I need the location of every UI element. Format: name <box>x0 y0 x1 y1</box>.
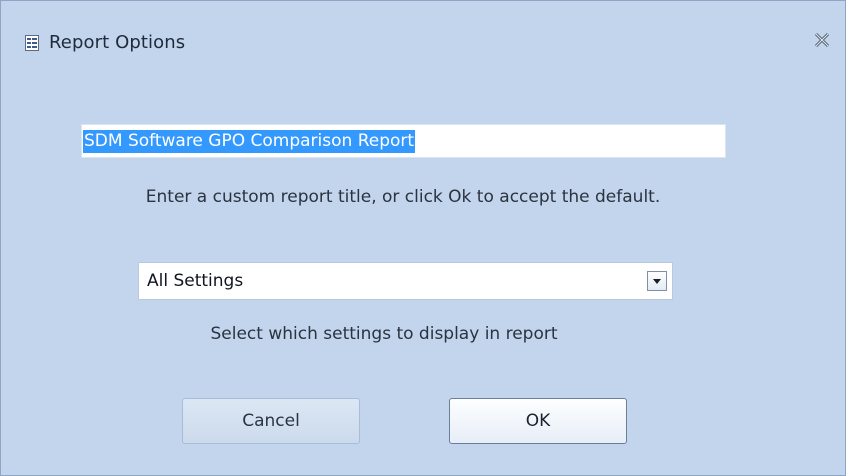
report-icon <box>25 35 39 51</box>
dropdown-arrow-button[interactable] <box>647 271 667 291</box>
cancel-button[interactable]: Cancel <box>182 398 360 444</box>
title-bar: Report Options <box>1 1 845 53</box>
window-title: Report Options <box>49 32 186 53</box>
settings-dropdown[interactable]: All Settings <box>138 262 673 300</box>
close-icon[interactable] <box>813 31 831 49</box>
settings-hint: Select which settings to display in repo… <box>210 324 558 344</box>
ok-button[interactable]: OK <box>449 398 627 444</box>
report-options-dialog: Report Options SDM Software GPO Comparis… <box>0 0 846 476</box>
report-title-hint: Enter a custom report title, or click Ok… <box>145 187 661 207</box>
report-title-input[interactable]: SDM Software GPO Comparison Report <box>81 124 726 158</box>
report-title-selected-text: SDM Software GPO Comparison Report <box>83 130 416 153</box>
settings-dropdown-value: All Settings <box>147 271 244 291</box>
chevron-down-icon <box>653 279 661 284</box>
